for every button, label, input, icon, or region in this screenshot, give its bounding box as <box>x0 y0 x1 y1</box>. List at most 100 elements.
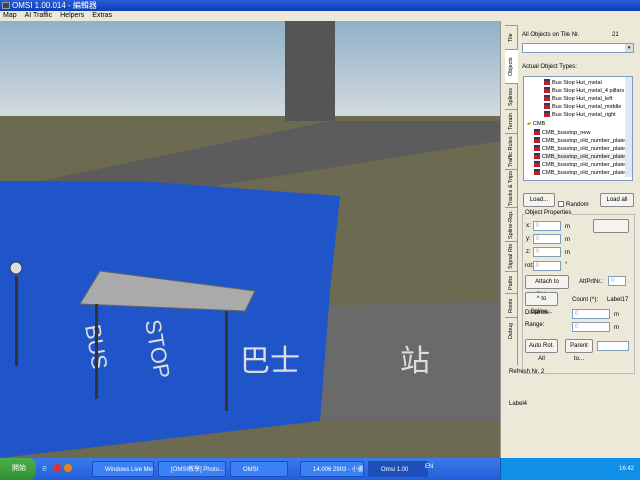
range-input[interactable]: 0 <box>572 322 610 332</box>
title-bar: OMSI 1.00.014 - 編輯器 <box>0 0 640 11</box>
load-button[interactable]: Load... <box>523 193 555 207</box>
system-tray: 16:42 <box>500 458 640 480</box>
ie-icon[interactable]: e <box>42 463 47 473</box>
tree-item[interactable]: CMB_busstop_old_number_plate(bl <box>534 145 631 153</box>
object-icon <box>534 145 540 151</box>
refresh-label: Refresh Nr. 2 <box>509 369 545 375</box>
tree-item[interactable]: CMB_busstop_old_number_plate(gr <box>534 153 632 161</box>
to-spline-button[interactable]: ^ to Spline... <box>525 292 558 315</box>
object-icon <box>534 169 540 175</box>
tree-item[interactable]: Bus Stop Hut_metal_left <box>544 95 612 103</box>
attprnr-input[interactable]: 0 <box>608 276 626 286</box>
parent-to-button[interactable]: Parent to... <box>565 339 593 362</box>
tab-objects[interactable]: Objects <box>505 49 518 83</box>
y-input[interactable]: 0 <box>533 234 561 244</box>
tab-traffic-rules[interactable]: Traffic Rules <box>505 133 518 169</box>
tab-splines[interactable]: Splines <box>505 83 518 109</box>
object-icon <box>544 111 550 117</box>
bus-stop-pole <box>15 276 18 366</box>
object-select[interactable]: ▾ <box>522 43 634 53</box>
random-checkbox[interactable] <box>558 201 564 207</box>
dropdown-arrow-icon[interactable]: ▾ <box>625 44 633 52</box>
menu-helpers[interactable]: Helpers <box>60 11 84 21</box>
z-label: z: <box>526 249 531 255</box>
tower <box>285 21 335 121</box>
tree-item[interactable]: Bus Stop Hut_metal_middle <box>544 103 621 111</box>
tree-item[interactable]: CMB_busstop_new <box>534 129 591 137</box>
tab-signal-rts[interactable]: Signal Rts <box>505 241 518 271</box>
object-icon <box>544 103 550 109</box>
tab-terrain[interactable]: Terrain <box>505 109 518 133</box>
parent-input[interactable] <box>597 341 629 351</box>
unit-label: m <box>565 250 570 256</box>
taskbar-item-folder[interactable]: OMSI <box>230 461 288 477</box>
taskbar: 開始 e Windows Live Messen... [OMSI教學] Pho… <box>0 458 640 480</box>
taskbar-item-omsi[interactable]: Omsi 1.00 <box>368 461 428 477</box>
unit-label: ° <box>565 262 568 268</box>
bus-shelter-pillar <box>95 304 98 399</box>
tab-roots[interactable]: Roots <box>505 293 518 317</box>
count-label: Count (^): <box>572 297 599 303</box>
rot-input[interactable]: 0 <box>533 261 561 271</box>
blank-button[interactable] <box>593 219 629 233</box>
distance-label: Distance: <box>525 310 551 316</box>
bus-shelter-pillar <box>225 311 228 411</box>
unit-label: m <box>614 312 619 318</box>
menu-bar: Map AI Traffic Helpers Extras <box>0 11 640 21</box>
object-icon <box>534 153 540 159</box>
clock: 16:42 <box>618 466 634 472</box>
actual-types-label: Actual Object Types: <box>522 64 577 70</box>
tab-tracks-trips[interactable]: Tracks & Trips <box>505 169 518 207</box>
road-text-stop-zh: 站 <box>400 345 430 378</box>
distance-input[interactable]: 0 <box>572 309 610 319</box>
tree-item[interactable]: CMB_busstop_old_number_plate <box>534 137 625 145</box>
taskbar-item-browser[interactable]: [OMSI教學] Photo... <box>158 461 226 477</box>
tree-folder[interactable]: ▰ CMB <box>527 120 545 128</box>
tab-tile[interactable]: Tile <box>505 25 518 49</box>
object-icon <box>534 137 540 143</box>
all-objects-label: All Objects on Tile Nr. <box>522 32 580 38</box>
chrome-icon[interactable] <box>53 464 61 472</box>
road-text-bus-zh: 巴士 <box>240 345 300 378</box>
start-button[interactable]: 開始 <box>0 458 36 480</box>
unit-label: m <box>565 224 570 230</box>
tree-scrollbar[interactable] <box>625 77 632 177</box>
x-input[interactable]: 0 <box>533 221 561 231</box>
object-icon <box>544 95 550 101</box>
taskbar-item-paint[interactable]: 14.006 2903 - 小畫家 <box>300 461 364 477</box>
tab-paths[interactable]: Paths <box>505 271 518 293</box>
z-input[interactable]: 0 <box>533 247 561 257</box>
blue-tile-area <box>0 181 340 458</box>
object-tree[interactable]: Bus Stop Hut_metal Bus Stop Hut_metal_4 … <box>523 76 633 181</box>
object-icon <box>544 87 550 93</box>
tab-spline-rep[interactable]: Spline-Rep. <box>505 207 518 241</box>
vertical-tabs: Tile Objects Splines Terrain Traffic Rul… <box>505 25 518 365</box>
tree-item[interactable]: CMB_busstop_old_number_plate(re <box>534 161 632 169</box>
label4: Label4 <box>509 401 528 407</box>
language-indicator[interactable]: EN <box>425 464 433 470</box>
tab-debug[interactable]: Debug <box>505 317 518 343</box>
count-value: Label17 <box>607 297 629 303</box>
tree-item[interactable]: CMB_busstop_old_number_plate(ye <box>534 169 632 177</box>
load-all-button[interactable]: Load all <box>600 193 634 207</box>
auto-rot-all-button[interactable]: Auto Rot. All <box>525 339 558 362</box>
y-label: y: <box>526 236 531 242</box>
unit-label: m <box>565 237 570 243</box>
object-icon <box>534 161 540 167</box>
firefox-icon[interactable] <box>64 464 72 472</box>
window-title: OMSI 1.00.014 - 編輯器 <box>12 1 97 10</box>
menu-extras[interactable]: Extras <box>92 11 112 21</box>
tree-item[interactable]: Bus Stop Hut_metal_4 pillars <box>544 87 624 95</box>
object-properties-title: Object Properties <box>525 210 572 216</box>
attach-to-object-button[interactable]: Attach to Object... <box>525 275 569 298</box>
tile-count: 21 <box>612 32 619 38</box>
taskbar-item-messenger[interactable]: Windows Live Messen... <box>92 461 154 477</box>
random-label: Random <box>566 202 589 208</box>
object-icon <box>544 79 550 85</box>
app-icon <box>2 2 10 9</box>
tree-item[interactable]: Bus Stop Hut_metal <box>544 79 602 87</box>
menu-map[interactable]: Map <box>3 11 17 21</box>
tree-item[interactable]: Bus Stop Hut_metal_right <box>544 111 616 119</box>
3d-viewport[interactable]: BUS STOP 巴士 站 <box>0 21 500 458</box>
menu-ai-traffic[interactable]: AI Traffic <box>25 11 53 21</box>
